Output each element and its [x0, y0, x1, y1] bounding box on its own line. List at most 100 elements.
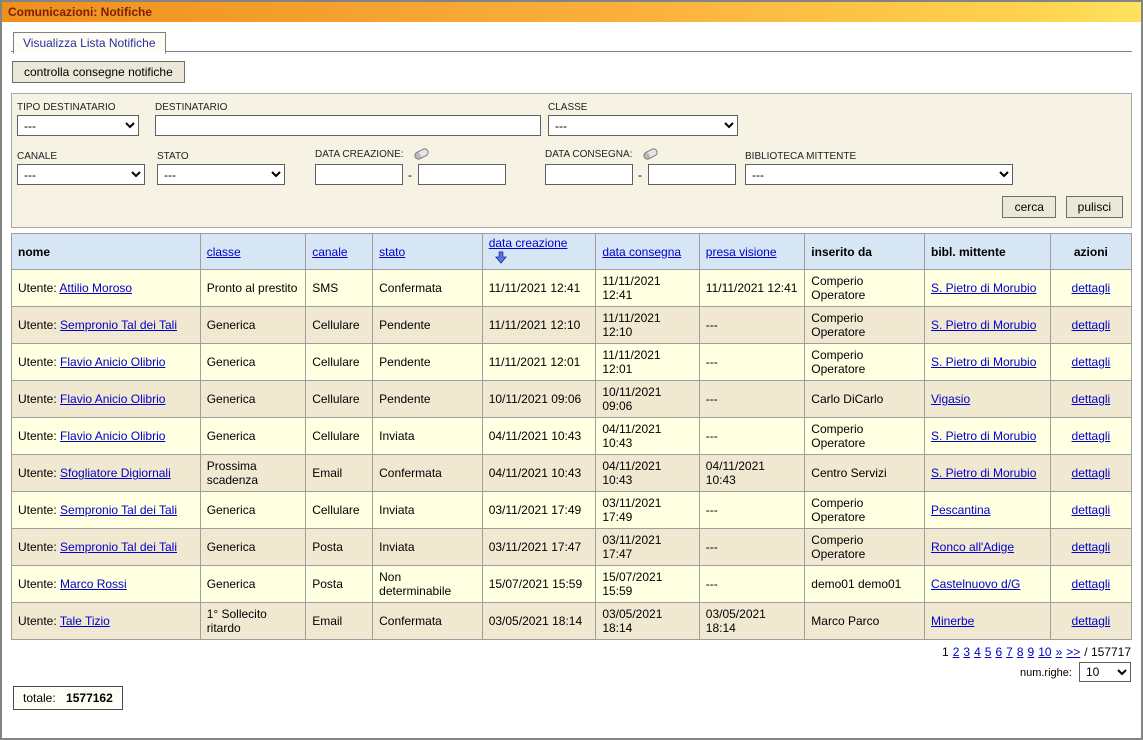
nome-link[interactable]: Sempronio Tal dei Tali	[60, 503, 177, 517]
dettagli-link[interactable]: dettagli	[1072, 503, 1111, 517]
nome-link[interactable]: Attilio Moroso	[59, 281, 132, 295]
pagination-page-link[interactable]: 4	[974, 645, 981, 659]
cell-data-creazione: 15/07/2021 15:59	[482, 566, 596, 603]
bibl-mittente-link[interactable]: Castelnuovo d/G	[931, 577, 1020, 591]
pagination-page-link[interactable]: 10	[1038, 645, 1051, 659]
header-data-creazione-link[interactable]: data creazione	[489, 236, 568, 250]
stato-select[interactable]: ---	[157, 164, 285, 185]
nome-link[interactable]: Sempronio Tal dei Tali	[60, 318, 177, 332]
cell-presa-visione: ---	[699, 529, 805, 566]
cell-bibl-mittente: S. Pietro di Morubio	[924, 418, 1050, 455]
bibl-mittente-link[interactable]: S. Pietro di Morubio	[931, 429, 1036, 443]
nome-prefix: Utente:	[18, 318, 60, 332]
data-creazione-to-input[interactable]	[418, 164, 506, 185]
cell-azioni: dettagli	[1050, 307, 1131, 344]
eraser-icon[interactable]	[413, 147, 430, 161]
bibl-mittente-link[interactable]: S. Pietro di Morubio	[931, 355, 1036, 369]
pagination-page-link[interactable]: 2	[953, 645, 960, 659]
cell-data-consegna: 04/11/2021 10:43	[596, 418, 699, 455]
header-presa-visione-link[interactable]: presa visione	[706, 245, 777, 259]
cell-nome: Utente: Sempronio Tal dei Tali	[12, 307, 201, 344]
classe-select[interactable]: ---	[548, 115, 738, 136]
total-label: totale:	[23, 691, 56, 705]
pagination-page-link[interactable]: 5	[985, 645, 992, 659]
header-data-consegna-link[interactable]: data consegna	[602, 245, 681, 259]
tipo-destinatario-select[interactable]: ---	[17, 115, 139, 136]
cell-stato: Confermata	[373, 270, 483, 307]
header-stato-link[interactable]: stato	[379, 245, 405, 259]
cell-stato: Inviata	[373, 418, 483, 455]
data-consegna-to-input[interactable]	[648, 164, 736, 185]
pagination-next-link[interactable]: »	[1056, 645, 1063, 659]
table-row: Utente: Flavio Anicio Olibrio Generica C…	[12, 381, 1132, 418]
header-canale: canale	[306, 234, 373, 270]
pagination-last-link[interactable]: >>	[1066, 645, 1080, 659]
cell-canale: SMS	[306, 270, 373, 307]
tab-bar: Visualizza Lista Notifiche	[11, 31, 1132, 52]
cell-nome: Utente: Marco Rossi	[12, 566, 201, 603]
biblioteca-mittente-select[interactable]: ---	[745, 164, 1013, 185]
pulisci-button[interactable]: pulisci	[1066, 196, 1123, 218]
nome-prefix: Utente:	[18, 614, 60, 628]
cell-stato: Inviata	[373, 492, 483, 529]
nome-link[interactable]: Flavio Anicio Olibrio	[60, 355, 165, 369]
bibl-mittente-link[interactable]: Vigasio	[931, 392, 970, 406]
cell-classe: Generica	[200, 566, 306, 603]
cell-inserito-da: Centro Servizi	[805, 455, 925, 492]
pagination-total-pages: / 157717	[1084, 645, 1131, 659]
nome-link[interactable]: Flavio Anicio Olibrio	[60, 392, 165, 406]
dettagli-link[interactable]: dettagli	[1072, 577, 1111, 591]
cell-canale: Cellulare	[306, 492, 373, 529]
data-consegna-from-input[interactable]	[545, 164, 633, 185]
bibl-mittente-link[interactable]: Minerbe	[931, 614, 974, 628]
cell-data-consegna: 11/11/2021 12:10	[596, 307, 699, 344]
cerca-button[interactable]: cerca	[1002, 196, 1056, 218]
cell-inserito-da: Marco Parco	[805, 603, 925, 640]
bibl-mittente-link[interactable]: Ronco all'Adige	[931, 540, 1014, 554]
table-row: Utente: Flavio Anicio Olibrio Generica C…	[12, 344, 1132, 381]
header-nome: nome	[12, 234, 201, 270]
nome-link[interactable]: Marco Rossi	[60, 577, 127, 591]
nome-link[interactable]: Sempronio Tal dei Tali	[60, 540, 177, 554]
nome-link[interactable]: Flavio Anicio Olibrio	[60, 429, 165, 443]
sort-desc-icon[interactable]	[495, 251, 507, 264]
controlla-consegne-button[interactable]: controlla consegne notifiche	[12, 61, 185, 83]
dettagli-link[interactable]: dettagli	[1072, 466, 1111, 480]
data-consegna-label-row: DATA CONSEGNA:	[545, 149, 658, 160]
dettagli-link[interactable]: dettagli	[1072, 540, 1111, 554]
pagination-page-link[interactable]: 6	[995, 645, 1002, 659]
nome-link[interactable]: Sfogliatore Digiornali	[60, 466, 171, 480]
cell-azioni: dettagli	[1050, 455, 1131, 492]
bibl-mittente-link[interactable]: S. Pietro di Morubio	[931, 466, 1036, 480]
tab-visualizza-lista-notifiche[interactable]: Visualizza Lista Notifiche	[13, 32, 166, 54]
dettagli-link[interactable]: dettagli	[1072, 281, 1111, 295]
header-canale-link[interactable]: canale	[312, 245, 347, 259]
pagination-page-link[interactable]: 8	[1017, 645, 1024, 659]
nome-prefix: Utente:	[18, 281, 59, 295]
dettagli-link[interactable]: dettagli	[1072, 429, 1111, 443]
bibl-mittente-link[interactable]: S. Pietro di Morubio	[931, 281, 1036, 295]
cell-azioni: dettagli	[1050, 529, 1131, 566]
rows-per-page-select[interactable]: 10	[1079, 662, 1131, 682]
eraser-icon[interactable]	[642, 147, 659, 161]
cell-canale: Email	[306, 455, 373, 492]
destinatario-input[interactable]	[155, 115, 541, 136]
bibl-mittente-link[interactable]: Pescantina	[931, 503, 990, 517]
nome-prefix: Utente:	[18, 355, 60, 369]
dettagli-link[interactable]: dettagli	[1072, 318, 1111, 332]
canale-select[interactable]: ---	[17, 164, 145, 185]
window-title: Comunicazioni: Notifiche	[8, 5, 152, 19]
dettagli-link[interactable]: dettagli	[1072, 614, 1111, 628]
header-classe-link[interactable]: classe	[207, 245, 241, 259]
pagination-page-link[interactable]: 3	[963, 645, 970, 659]
data-creazione-from-input[interactable]	[315, 164, 403, 185]
pagination-page-link[interactable]: 9	[1028, 645, 1035, 659]
cell-data-consegna: 04/11/2021 10:43	[596, 455, 699, 492]
nome-prefix: Utente:	[18, 503, 60, 517]
nome-link[interactable]: Tale Tizio	[60, 614, 110, 628]
pagination-page-link[interactable]: 7	[1006, 645, 1013, 659]
dettagli-link[interactable]: dettagli	[1072, 392, 1111, 406]
bibl-mittente-link[interactable]: S. Pietro di Morubio	[931, 318, 1036, 332]
dettagli-link[interactable]: dettagli	[1072, 355, 1111, 369]
cell-bibl-mittente: Ronco all'Adige	[924, 529, 1050, 566]
